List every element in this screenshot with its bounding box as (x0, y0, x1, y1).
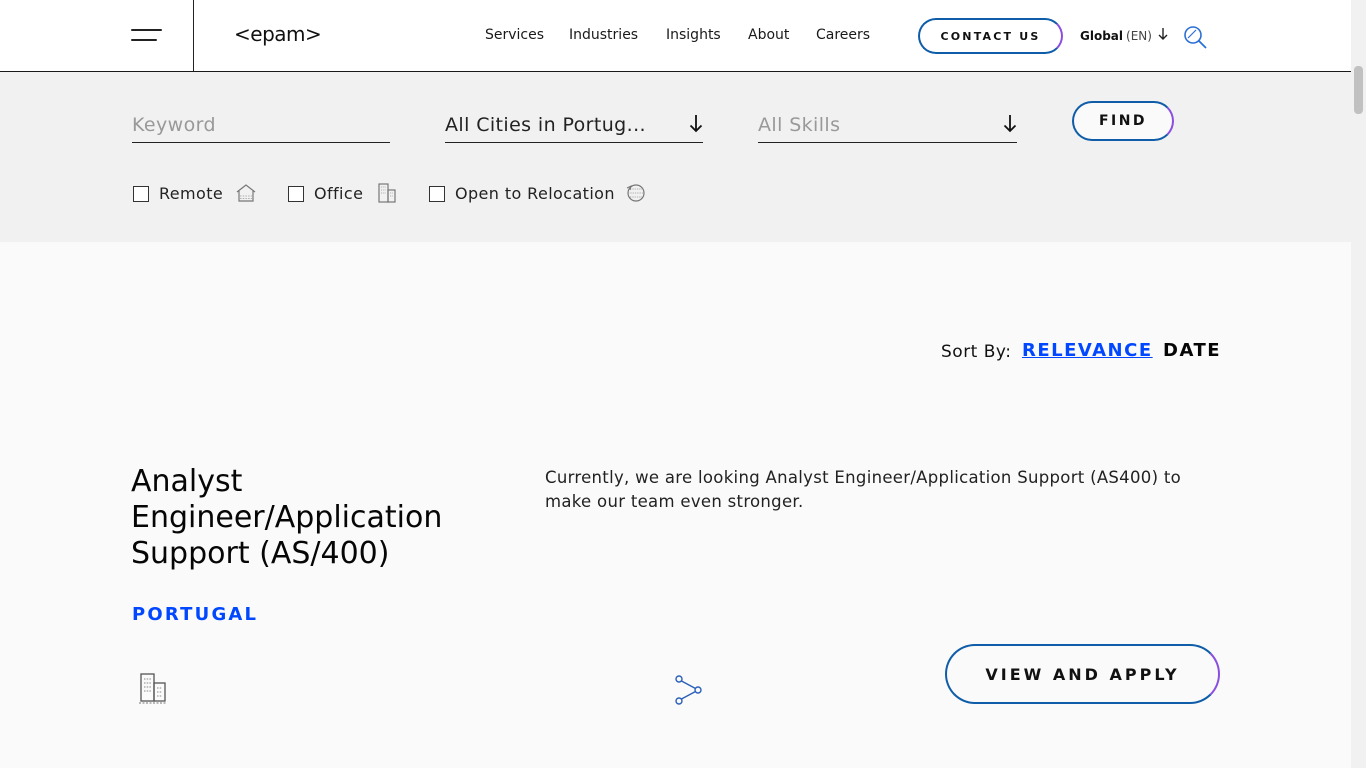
epam-logo[interactable]: <epam> (234, 22, 322, 46)
nav-insights[interactable]: Insights (666, 27, 721, 43)
nav-careers[interactable]: Careers (816, 27, 870, 43)
share-icon[interactable] (672, 673, 706, 707)
nav-services[interactable]: Services (485, 27, 544, 43)
city-select-value: All Cities in Portug... (445, 114, 646, 136)
job-description: Currently, we are looking Analyst Engine… (545, 468, 1182, 511)
sort-by-label: Sort By: (941, 342, 1012, 362)
arrow-down-icon (1003, 112, 1017, 134)
relocation-icon (625, 182, 647, 204)
language-region: Global (1080, 29, 1124, 43)
find-button[interactable]: FIND (1072, 101, 1174, 141)
nav-about[interactable]: About (748, 27, 789, 43)
job-title[interactable]: Analyst Engineer/Application Support (AS… (131, 464, 501, 572)
office-building-icon (137, 671, 169, 705)
relocation-checkbox[interactable] (429, 186, 445, 202)
job-location: PORTUGAL (132, 604, 259, 625)
page-scrollbar[interactable] (1351, 0, 1366, 768)
office-building-icon (376, 182, 398, 204)
remote-checkbox[interactable] (133, 186, 149, 202)
job-filter-panel: Keyword All Cities in Portug... All Skil… (0, 72, 1351, 242)
header-divider (193, 0, 194, 71)
contact-us-button[interactable]: CONTACT US (918, 18, 1063, 54)
office-checkbox[interactable] (288, 186, 304, 202)
skills-placeholder: All Skills (758, 114, 841, 136)
nav-industries[interactable]: Industries (569, 27, 638, 43)
skills-select[interactable]: All Skills (758, 112, 1017, 143)
language-selector[interactable]: Global (EN) (1080, 28, 1168, 43)
view-and-apply-button[interactable]: VIEW AND APPLY (945, 644, 1220, 704)
site-header: <epam> Services Industries Insights Abou… (0, 0, 1351, 72)
keyword-input[interactable]: Keyword (132, 112, 390, 143)
sort-date-link[interactable]: DATE (1163, 340, 1221, 361)
search-icon[interactable] (1182, 24, 1208, 50)
arrow-down-icon (689, 112, 703, 134)
arrow-down-icon (1158, 28, 1168, 43)
sort-relevance-link[interactable]: RELEVANCE (1022, 340, 1153, 361)
keyword-placeholder: Keyword (132, 114, 216, 136)
language-code: (EN) (1126, 29, 1152, 43)
city-select[interactable]: All Cities in Portug... (445, 112, 703, 143)
hamburger-menu-icon[interactable] (131, 27, 163, 45)
home-icon (235, 182, 257, 204)
office-label[interactable]: Office (314, 184, 363, 203)
scrollbar-thumb[interactable] (1354, 66, 1363, 114)
relocation-label[interactable]: Open to Relocation (455, 184, 615, 203)
remote-label[interactable]: Remote (159, 184, 223, 203)
